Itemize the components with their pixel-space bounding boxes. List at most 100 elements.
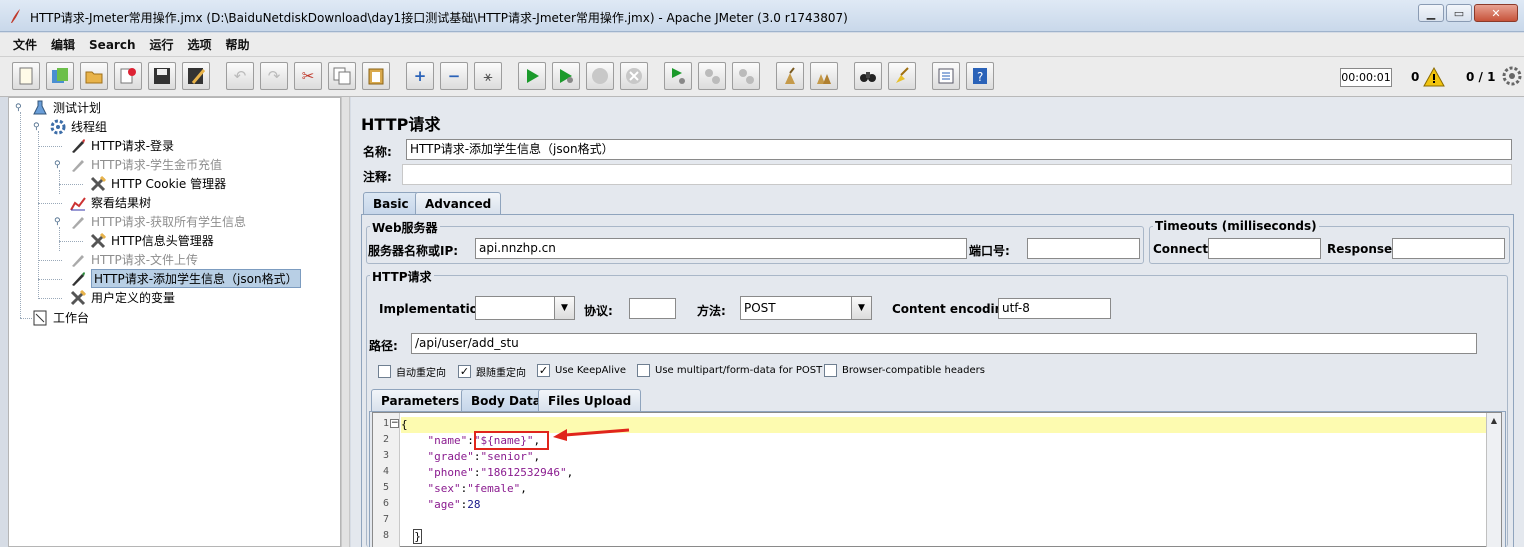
tree-node-thread-group[interactable]: 线程组 [49,117,107,136]
maximize-button[interactable]: ▭ [1446,4,1472,22]
start-no-pause-button[interactable] [552,62,580,90]
templates-button[interactable] [46,62,74,90]
help-button[interactable]: ? [966,62,994,90]
json-key: "age" [427,498,461,511]
remote-stop-button[interactable] [698,62,726,90]
tab-advanced[interactable]: Advanced [415,192,502,214]
undo-button[interactable]: ↶ [226,62,254,90]
tab-files-upload[interactable]: Files Upload [538,389,642,411]
http-sampler-pen-icon [69,138,87,154]
start-button[interactable] [518,62,546,90]
json-key: "name" [427,434,468,447]
scroll-up-arrow-icon[interactable]: ▲ [1488,415,1500,427]
tree-node-header-manager[interactable]: HTTP信息头管理器 [89,231,214,250]
tree-node-http-login[interactable]: HTTP请求-登录 [69,136,174,155]
tree-node-http-upload[interactable]: HTTP请求-文件上传 [69,250,198,269]
multipart-checkbox[interactable]: Use multipart/form-data for POST [637,364,822,377]
function-helper-button[interactable] [932,62,960,90]
new-button[interactable] [12,62,40,90]
save-button[interactable] [148,62,176,90]
remote-shutdown-button[interactable] [732,62,760,90]
keepalive-checkbox[interactable]: ✓ Use KeepAlive [537,364,626,377]
tree-node-http-recharge[interactable]: HTTP请求-学生金币充值 [69,155,222,174]
port-label: 端口号: [969,244,1010,258]
clear-button[interactable] [776,62,804,90]
editor-scrollbar[interactable]: ▲ [1486,413,1501,547]
name-field[interactable]: HTTP请求-添加学生信息（json格式） [406,139,1512,160]
tree-label: HTTP请求-添加学生信息（json格式） [91,269,301,288]
path-label: 路径: [369,339,398,353]
tree-node-http-add-student[interactable]: HTTP请求-添加学生信息（json格式） [69,269,301,288]
reset-search-button[interactable] [888,62,916,90]
method-select[interactable]: POST ▼ [740,296,872,320]
paste-button[interactable] [362,62,390,90]
clear-all-button[interactable] [810,62,838,90]
tree-node-results-tree[interactable]: 察看结果树 [69,193,151,212]
warning-icon[interactable] [1423,67,1445,87]
code-line-4: "phone":"18612532946", [427,466,574,479]
remote-start-button[interactable] [664,62,692,90]
response-label: Response: [1327,242,1397,256]
tree-node-test-plan[interactable]: 测试计划 [31,98,101,117]
tab-parameters[interactable]: Parameters [371,389,470,411]
redo-button[interactable]: ↷ [260,62,288,90]
tab-basic[interactable]: Basic [363,192,419,214]
comment-field[interactable] [402,164,1512,185]
json-key: "grade" [427,450,474,463]
tree-toggle-thread-group[interactable]: ⚲ [33,123,42,132]
menu-search[interactable]: Search [82,38,142,52]
toolbar: ↶ ↷ ✂ + − ⚹ ? [0,57,1524,97]
close-plan-button[interactable] [114,62,142,90]
connect-timeout-field[interactable] [1208,238,1321,259]
panel-splitter[interactable] [341,97,350,547]
tree-toggle-test-plan[interactable]: ⚲ [15,104,24,113]
server-field[interactable]: api.nnzhp.cn [475,238,967,259]
tree-node-http-get-all[interactable]: HTTP请求-获取所有学生信息 [69,212,246,231]
auto-redirect-checkbox[interactable]: 自动重定向 [378,364,446,379]
wrench-icon [69,289,87,306]
tree-toggle-http-get-all[interactable]: ⚲ [54,218,63,227]
menu-edit[interactable]: 编辑 [44,36,82,53]
menu-options[interactable]: 选项 [181,36,219,53]
save-as-button[interactable] [182,62,210,90]
code-text: } [413,529,422,544]
checkbox-box [378,365,391,378]
toggle-button[interactable]: ⚹ [474,62,502,90]
copy-button[interactable] [328,62,356,90]
minimize-button[interactable]: ▁ [1418,4,1444,22]
close-button[interactable]: ✕ [1474,4,1518,22]
protocol-field[interactable] [629,298,676,319]
line-number: 2 [382,434,389,445]
http-sampler-pen-icon [69,271,87,287]
json-value: "female" [467,482,521,495]
tree-label: HTTP请求-学生金币充值 [91,158,223,172]
tree-label: 工作台 [53,311,90,325]
port-field[interactable] [1027,238,1140,259]
content-encoding-field[interactable]: utf-8 [998,298,1111,319]
browser-headers-checkbox[interactable]: Browser-compatible headers [824,364,985,377]
tree-toggle-http-recharge[interactable]: ⚲ [54,161,63,170]
json-key: "sex" [427,482,461,495]
expand-button[interactable]: + [406,62,434,90]
tree-node-cookie-manager[interactable]: HTTP Cookie 管理器 [89,174,226,193]
play-no-timers-icon [557,67,575,85]
search-button[interactable] [854,62,882,90]
tree-label: 测试计划 [53,101,102,115]
open-button[interactable] [80,62,108,90]
tree-label: 用户定义的变量 [91,291,176,305]
menu-run[interactable]: 运行 [142,36,180,53]
response-timeout-field[interactable] [1392,238,1505,259]
implementation-select[interactable]: ▼ [475,296,575,320]
shutdown-button[interactable] [620,62,648,90]
tree-node-user-variables[interactable]: 用户定义的变量 [69,288,175,307]
follow-redirect-checkbox[interactable]: ✓ 跟随重定向 [458,364,526,379]
collapse-button[interactable]: − [440,62,468,90]
body-data-editor[interactable]: 1 2 3 4 5 6 7 8 − { "name":"${name}", "g… [372,412,1502,547]
menu-help[interactable]: 帮助 [219,36,257,53]
cut-button[interactable]: ✂ [294,62,322,90]
tree-node-workbench[interactable]: 工作台 [31,308,89,327]
stop-button[interactable] [586,62,614,90]
menu-file[interactable]: 文件 [6,36,44,53]
fold-toggle-icon[interactable]: − [390,419,399,428]
path-field[interactable]: /api/user/add_stu [411,333,1477,354]
